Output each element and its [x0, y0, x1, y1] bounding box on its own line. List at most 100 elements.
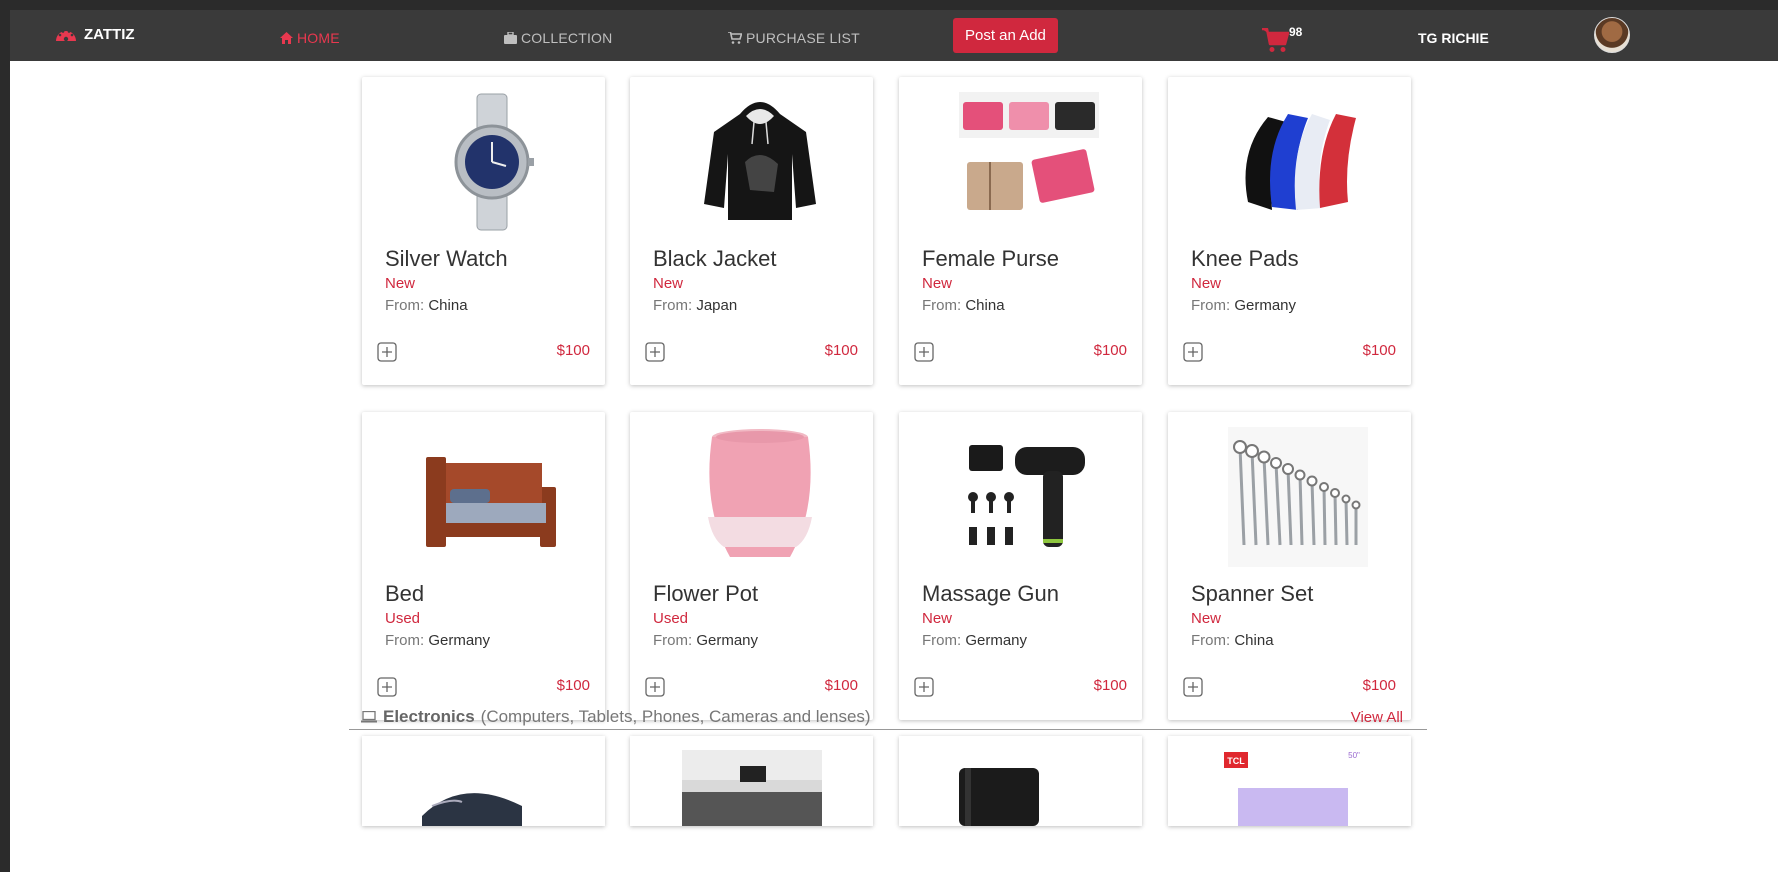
product-card[interactable]: Bed Used From: Germany $100	[362, 412, 605, 720]
purse-icon	[959, 92, 1099, 210]
product-price: $100	[1093, 677, 1127, 694]
avatar[interactable]	[1594, 17, 1630, 53]
product-condition: New	[653, 275, 684, 292]
add-to-cart-icon[interactable]	[914, 677, 934, 697]
laptop-icon	[361, 711, 377, 723]
origin-label: From:	[653, 632, 693, 649]
origin-country: China	[428, 297, 468, 314]
product-card[interactable]: Knee Pads New From: Germany $100	[1168, 77, 1411, 385]
massage-gun-icon	[968, 445, 1085, 547]
section-title-text: Electronics	[383, 707, 475, 726]
brand-logo[interactable]: ZATTIZ	[54, 24, 135, 44]
product-condition: Used	[653, 610, 689, 627]
product-condition: New	[922, 610, 953, 627]
section-title: Electronics (Computers, Tablets, Phones,…	[361, 707, 871, 727]
product-origin: From: China	[1191, 632, 1274, 649]
navbar: ZATTIZ HOME COLLECTION PURCHASE LIST Pos…	[10, 10, 1778, 61]
product-title: Flower Pot	[653, 581, 759, 606]
origin-country: China	[965, 297, 1005, 314]
desk-setup-icon	[682, 750, 822, 826]
cart-icon	[1262, 28, 1290, 52]
nav-home-label: HOME	[297, 30, 340, 46]
add-to-cart-icon[interactable]	[377, 342, 397, 362]
knee-pads-icon	[1245, 114, 1356, 210]
origin-country: Germany	[965, 632, 1028, 649]
view-all-link[interactable]: View All	[1351, 709, 1403, 726]
cart-small-icon	[728, 32, 742, 44]
dashboard-icon	[56, 30, 76, 42]
home-icon	[280, 32, 293, 44]
product-card[interactable]: Massage Gun New From: Germany $100	[899, 412, 1142, 720]
product-origin: From: Germany	[653, 632, 758, 649]
nav-collection-label: COLLECTION	[521, 30, 613, 46]
tv-brand-label: TCL	[1227, 756, 1245, 766]
cart-button[interactable]: 98	[1262, 20, 1302, 54]
cart-count-badge: 98	[1289, 25, 1303, 39]
username[interactable]: TG RICHIE	[1418, 30, 1489, 46]
product-card[interactable]: Silver Watch New From: China $100	[362, 77, 605, 385]
origin-country: Japan	[696, 297, 738, 314]
product-condition: New	[922, 275, 953, 292]
product-card[interactable]	[362, 736, 605, 826]
hoodie-icon	[704, 102, 816, 220]
tv-icon: TCL 50"	[1224, 751, 1360, 826]
add-to-cart-icon[interactable]	[914, 342, 934, 362]
flower-pot-icon	[708, 429, 812, 557]
add-to-cart-icon[interactable]	[645, 677, 665, 697]
add-to-cart-icon[interactable]	[645, 342, 665, 362]
product-card[interactable]: Black Jacket New From: Japan $100	[630, 77, 873, 385]
product-price: $100	[1362, 342, 1396, 359]
product-title: Female Purse	[922, 246, 1059, 271]
briefcase-icon	[504, 32, 517, 44]
add-to-cart-icon[interactable]	[1183, 677, 1203, 697]
product-origin: From: Germany	[922, 632, 1027, 649]
product-card[interactable]: TCL 50"	[1168, 736, 1411, 826]
product-condition: New	[1191, 610, 1222, 627]
product-origin: From: Germany	[385, 632, 490, 649]
product-origin: From: Japan	[653, 297, 737, 314]
watch-icon	[454, 93, 534, 231]
product-title: Spanner Set	[1191, 581, 1314, 606]
product-card[interactable]: Spanner Set New From: China $100	[1168, 412, 1411, 720]
brand-name: ZATTIZ	[84, 25, 135, 43]
main-content: Silver Watch New From: China $100 Black …	[10, 61, 1778, 872]
top-strip	[0, 0, 1778, 10]
nav-purchase-list[interactable]: PURCHASE LIST	[728, 30, 860, 46]
product-price: $100	[824, 677, 858, 694]
origin-country: Germany	[428, 632, 491, 649]
origin-label: From:	[385, 632, 425, 649]
product-price: $100	[1093, 342, 1127, 359]
product-origin: From: China	[922, 297, 1005, 314]
origin-label: From:	[1191, 297, 1231, 314]
product-origin: From: China	[385, 297, 468, 314]
product-card[interactable]	[899, 736, 1142, 826]
product-card[interactable]: Flower Pot Used From: Germany $100	[630, 412, 873, 720]
origin-country: Germany	[1234, 297, 1297, 314]
section-header-electronics: Electronics (Computers, Tablets, Phones,…	[349, 695, 1427, 730]
origin-label: From:	[922, 632, 962, 649]
spanner-set-icon	[1228, 427, 1368, 567]
bed-icon	[426, 457, 556, 547]
product-origin: From: Germany	[1191, 297, 1296, 314]
nav-home[interactable]: HOME	[280, 30, 340, 46]
headset-icon	[422, 793, 522, 826]
product-price: $100	[824, 342, 858, 359]
product-title: Silver Watch	[385, 246, 508, 271]
origin-label: From:	[653, 297, 693, 314]
post-an-add-button[interactable]: Post an Add	[953, 18, 1058, 53]
section-subtitle: (Computers, Tablets, Phones, Cameras and…	[480, 707, 871, 726]
product-price: $100	[1362, 677, 1396, 694]
product-card[interactable]	[630, 736, 873, 826]
nav-purchase-list-label: PURCHASE LIST	[746, 30, 860, 46]
product-price: $100	[556, 342, 590, 359]
product-price: $100	[556, 677, 590, 694]
product-condition: New	[1191, 275, 1222, 292]
product-title: Massage Gun	[922, 581, 1059, 606]
nav-collection[interactable]: COLLECTION	[504, 30, 612, 46]
tv-size-label: 50"	[1348, 751, 1360, 760]
add-to-cart-icon[interactable]	[377, 677, 397, 697]
product-title: Bed	[385, 581, 425, 606]
add-to-cart-icon[interactable]	[1183, 342, 1203, 362]
product-card[interactable]: Female Purse New From: China $100	[899, 77, 1142, 385]
product-condition: Used	[385, 610, 421, 627]
